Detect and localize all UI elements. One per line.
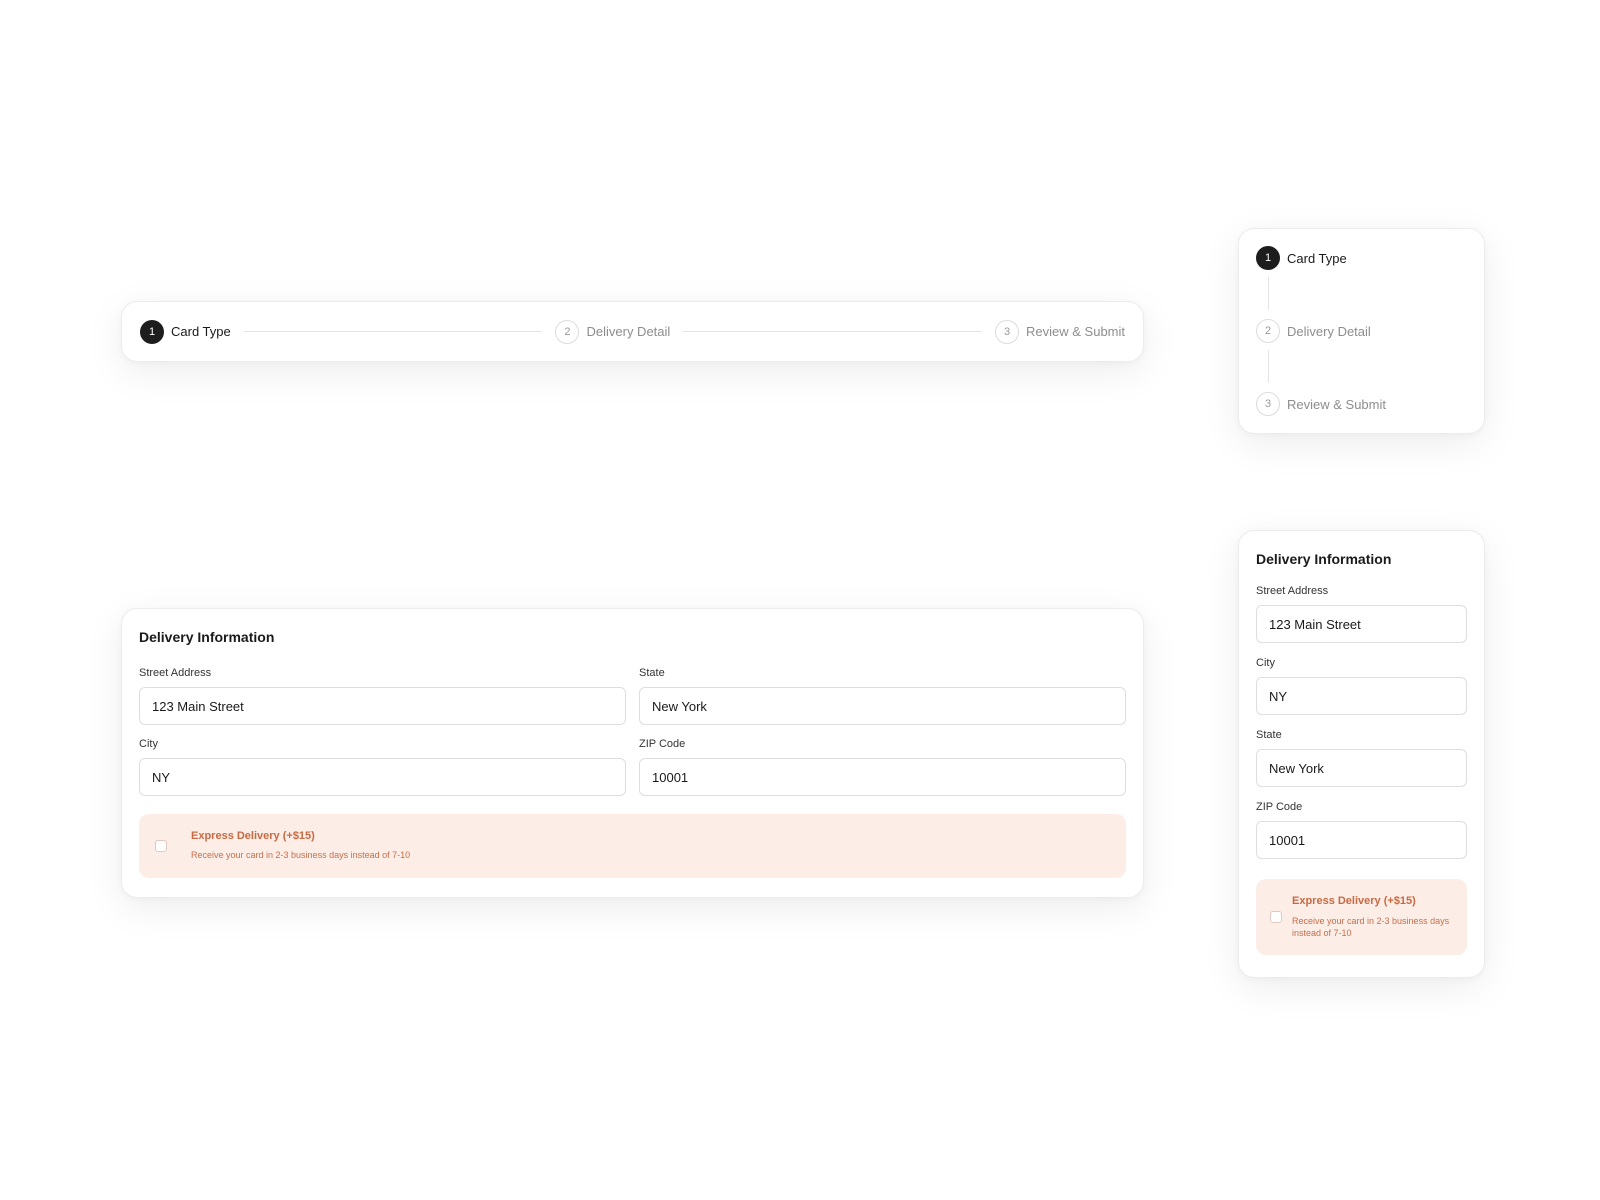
step-label: Card Type [171, 324, 231, 339]
express-delivery-checkbox[interactable] [155, 840, 167, 852]
step-number: 2 [555, 319, 580, 344]
step-number: 3 [1256, 392, 1280, 416]
state-label: State [1256, 729, 1282, 741]
express-description: Receive your card in 2-3 business days i… [1292, 915, 1450, 938]
step-connector [683, 331, 983, 332]
street-label: Street Address [1256, 585, 1329, 597]
zip-label: ZIP Code [639, 738, 686, 750]
step-connector [1268, 350, 1269, 383]
step-connector [1268, 277, 1269, 310]
form-grid: Street Address State City ZIP Code [139, 667, 1126, 796]
city-field-group: City [1256, 657, 1467, 715]
form-title: Delivery Information [1256, 551, 1392, 567]
city-input[interactable] [139, 758, 626, 796]
express-text: Express Delivery (+$15) Receive your car… [191, 830, 410, 862]
step-number: 2 [1256, 319, 1280, 343]
step-delivery-detail[interactable]: 2 Delivery Detail [1256, 319, 1467, 343]
zip-label: ZIP Code [1256, 801, 1303, 813]
step-label: Review & Submit [1287, 396, 1386, 412]
step-number: 3 [995, 319, 1020, 344]
city-field-group: City [139, 738, 626, 796]
zip-field-group: ZIP Code [639, 738, 1126, 796]
city-label: City [139, 738, 158, 750]
step-label: Delivery Detail [1287, 323, 1371, 339]
step-label: Delivery Detail [586, 324, 671, 339]
express-text: Express Delivery (+$15) Receive your car… [1292, 895, 1453, 939]
zip-input[interactable] [1256, 821, 1467, 859]
zip-field-group: ZIP Code [1256, 801, 1467, 859]
step-label: Review & Submit [1026, 324, 1126, 339]
state-field-group: State [639, 667, 1126, 725]
stepper-horizontal: 1 Card Type 2 Delivery Detail 3 Review &… [121, 301, 1144, 362]
zip-input[interactable] [639, 758, 1126, 796]
step-delivery-detail[interactable]: 2 Delivery Detail [555, 319, 671, 344]
step-connector [243, 331, 543, 332]
step-card-type[interactable]: 1 Card Type [140, 319, 231, 344]
step-number: 1 [1256, 246, 1280, 270]
delivery-form-narrow: Delivery Information Street Address City… [1238, 530, 1485, 978]
express-delivery-option[interactable]: Express Delivery (+$15) Receive your car… [1256, 879, 1467, 955]
city-input[interactable] [1256, 677, 1467, 715]
express-delivery-checkbox[interactable] [1270, 911, 1282, 923]
street-field-group: Street Address [139, 667, 626, 725]
express-title: Express Delivery (+$15) [1292, 894, 1416, 907]
delivery-form-wide: Delivery Information Street Address Stat… [121, 608, 1144, 898]
state-input[interactable] [639, 687, 1126, 725]
street-input[interactable] [139, 687, 626, 725]
express-title: Express Delivery (+$15) [191, 830, 315, 843]
form-title: Delivery Information [139, 629, 275, 645]
street-input[interactable] [1256, 605, 1467, 643]
step-review-submit[interactable]: 3 Review & Submit [995, 319, 1126, 344]
street-field-group: Street Address [1256, 585, 1467, 643]
express-delivery-option[interactable]: Express Delivery (+$15) Receive your car… [139, 814, 1126, 878]
state-label: State [639, 667, 665, 679]
step-card-type[interactable]: 1 Card Type [1256, 246, 1467, 270]
street-label: Street Address [139, 667, 212, 679]
step-label: Card Type [1287, 250, 1347, 266]
stepper-vertical: 1 Card Type 2 Delivery Detail 3 Review &… [1238, 228, 1485, 434]
city-label: City [1256, 657, 1275, 669]
step-number: 1 [140, 319, 164, 344]
state-input[interactable] [1256, 749, 1467, 787]
step-review-submit[interactable]: 3 Review & Submit [1256, 392, 1467, 416]
express-description: Receive your card in 2-3 business days i… [191, 850, 411, 861]
state-field-group: State [1256, 729, 1467, 787]
